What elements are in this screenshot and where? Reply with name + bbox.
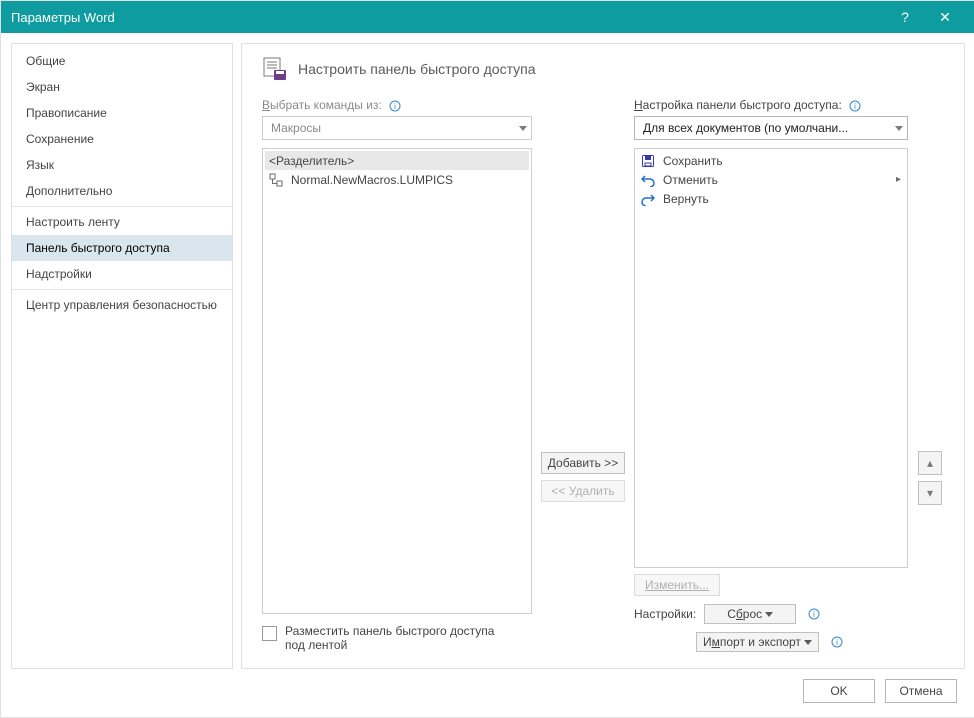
sidebar-item-language[interactable]: Язык xyxy=(12,152,232,178)
list-item-redo[interactable]: Вернуть xyxy=(637,189,905,208)
toolbar-column: Настройка панели быстрого доступа: i Для… xyxy=(634,98,908,652)
triangle-up-icon: ▴ xyxy=(927,456,933,470)
move-up-button[interactable]: ▴ xyxy=(918,451,942,475)
chevron-down-icon xyxy=(519,126,527,131)
show-below-ribbon-checkbox[interactable]: Разместить панель быстрого доступа под л… xyxy=(262,624,532,652)
close-button[interactable]: ✕ xyxy=(925,1,965,33)
cancel-button[interactable]: Отмена xyxy=(885,679,957,703)
sidebar-item-addins[interactable]: Надстройки xyxy=(12,261,232,287)
settings-label: Настройки: xyxy=(634,607,696,621)
add-button[interactable]: Добавить >> xyxy=(541,452,625,474)
info-icon[interactable]: i xyxy=(831,636,843,648)
sidebar-item-customize-ribbon[interactable]: Настроить ленту xyxy=(12,209,232,235)
reset-import-section: Настройки: Сброс i Импорт и экспорт i xyxy=(634,604,908,652)
remove-button[interactable]: << Удалить xyxy=(541,480,625,502)
reorder-buttons: ▴ ▾ xyxy=(916,98,944,652)
commands-listbox[interactable]: <Разделитель> Normal.NewMacros.LUMPICS xyxy=(262,148,532,614)
import-export-dropdown[interactable]: Импорт и экспорт xyxy=(696,632,819,652)
svg-text:i: i xyxy=(836,638,838,647)
dialog-footer: OK Отмена xyxy=(1,669,974,717)
info-icon[interactable]: i xyxy=(389,100,401,112)
ok-button[interactable]: OK xyxy=(803,679,875,703)
sidebar-item-general[interactable]: Общие xyxy=(12,48,232,74)
sidebar-item-quick-access[interactable]: Панель быстрого доступа xyxy=(12,235,232,261)
checkbox-label: Разместить панель быстрого доступа под л… xyxy=(285,624,515,652)
sidebar-item-proofing[interactable]: Правописание xyxy=(12,100,232,126)
two-column-layout: Выбрать команды из: i Макросы <Разделите… xyxy=(262,98,944,652)
chevron-down-icon xyxy=(895,126,903,131)
sidebar-item-display[interactable]: Экран xyxy=(12,74,232,100)
scope-value: Для всех документов (по умолчани... xyxy=(643,121,848,135)
dialog-body: Общие Экран Правописание Сохранение Язык… xyxy=(1,33,974,669)
choose-commands-label: Выбрать команды из: i xyxy=(262,98,532,112)
submenu-arrow-icon: ▸ xyxy=(896,174,901,185)
main-panel: Настроить панель быстрого доступа Выбрат… xyxy=(241,43,965,669)
sidebar-separator xyxy=(12,206,232,207)
info-icon[interactable]: i xyxy=(808,608,820,620)
help-button[interactable]: ? xyxy=(885,1,925,33)
undo-icon xyxy=(641,173,655,187)
quick-access-icon xyxy=(262,56,288,82)
options-window: Параметры Word ? ✕ Общие Экран Правописа… xyxy=(0,0,974,718)
titlebar: Параметры Word ? ✕ xyxy=(1,1,974,33)
chevron-down-icon xyxy=(804,640,812,645)
commands-column: Выбрать команды из: i Макросы <Разделите… xyxy=(262,98,532,652)
list-item-macro[interactable]: Normal.NewMacros.LUMPICS xyxy=(265,170,529,189)
sidebar: Общие Экран Правописание Сохранение Язык… xyxy=(11,43,233,669)
window-title: Параметры Word xyxy=(11,10,885,25)
reset-dropdown[interactable]: Сброс xyxy=(704,604,796,624)
svg-text:i: i xyxy=(854,102,856,111)
info-icon[interactable]: i xyxy=(849,100,861,112)
panel-heading: Настроить панель быстрого доступа xyxy=(262,56,944,82)
list-item-save[interactable]: Сохранить xyxy=(637,151,905,170)
svg-text:i: i xyxy=(813,610,815,619)
choose-commands-value: Макросы xyxy=(271,121,321,135)
list-item-undo[interactable]: Отменить ▸ xyxy=(637,170,905,189)
sidebar-item-advanced[interactable]: Дополнительно xyxy=(12,178,232,204)
scope-dropdown[interactable]: Для всех документов (по умолчани... xyxy=(634,116,908,140)
qat-listbox[interactable]: Сохранить Отменить ▸ Вернуть xyxy=(634,148,908,568)
panel-title: Настроить панель быстрого доступа xyxy=(298,61,536,77)
modify-label: Изменить... xyxy=(645,578,709,592)
transfer-buttons: Добавить >> << Удалить xyxy=(540,98,626,652)
move-down-button[interactable]: ▾ xyxy=(918,481,942,505)
sidebar-item-trust-center[interactable]: Центр управления безопасностью xyxy=(12,292,232,318)
sidebar-item-save[interactable]: Сохранение xyxy=(12,126,232,152)
sidebar-separator xyxy=(12,289,232,290)
modify-button[interactable]: Изменить... xyxy=(634,574,720,596)
save-icon xyxy=(641,154,655,168)
triangle-down-icon: ▾ xyxy=(927,486,933,500)
chevron-down-icon xyxy=(765,612,773,617)
choose-commands-dropdown[interactable]: Макросы xyxy=(262,116,532,140)
svg-text:i: i xyxy=(394,102,396,111)
customize-qat-label: Настройка панели быстрого доступа: i xyxy=(634,98,908,112)
list-item-separator[interactable]: <Разделитель> xyxy=(265,151,529,170)
checkbox-icon xyxy=(262,626,277,641)
redo-icon xyxy=(641,192,655,206)
macro-icon xyxy=(269,173,283,187)
